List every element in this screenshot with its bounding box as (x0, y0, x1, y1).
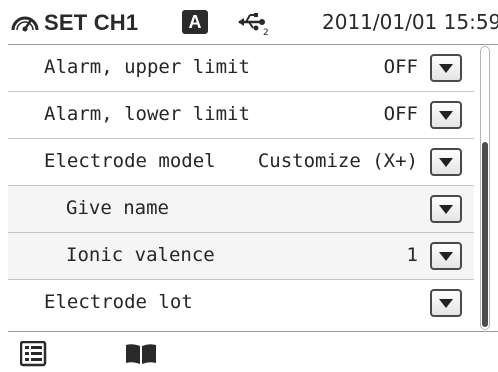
screen: SET CH1 A 2 2011/01/01 15:59 Alarm, uppe… (0, 0, 498, 372)
header-bar: SET CH1 A 2 2011/01/01 15:59 (0, 0, 498, 44)
list-item-ionic-valence[interactable]: Ionic valence 1 (8, 233, 474, 280)
chevron-down-icon (439, 111, 453, 120)
row-label: Electrode lot (44, 291, 193, 313)
row-label: Alarm, lower limit (44, 103, 250, 125)
chevron-down-icon (439, 158, 453, 167)
list-item-give-name[interactable]: Give name (8, 186, 474, 233)
list-item-alarm-lower-limit[interactable]: Alarm, lower limit OFF (8, 92, 474, 139)
row-label: Give name (66, 197, 169, 219)
chevron-down-icon (439, 64, 453, 73)
row-label: Alarm, upper limit (44, 56, 250, 78)
chevron-down-icon (439, 299, 453, 308)
row-value: OFF (383, 56, 418, 78)
row-value: Customize (X+) (257, 150, 418, 172)
dropdown-button[interactable] (430, 242, 462, 270)
datetime: 2011/01/01 15:59 (322, 10, 498, 34)
list-item-alarm-upper-limit[interactable]: Alarm, upper limit OFF (8, 45, 474, 92)
gauge-icon (8, 10, 42, 36)
row-value: OFF (383, 103, 418, 125)
channel-badge: A (182, 10, 208, 34)
dropdown-button[interactable] (430, 148, 462, 176)
page-title: SET CH1 (44, 10, 139, 35)
usb-icon: 2 (236, 10, 270, 38)
footer-bar (0, 332, 498, 372)
svg-text:2: 2 (263, 28, 269, 36)
chevron-down-icon (439, 252, 453, 261)
scrollbar[interactable] (480, 46, 490, 330)
settings-list: Alarm, upper limit OFF Alarm, lower limi… (8, 45, 474, 331)
list-item-electrode-model[interactable]: Electrode model Customize (X+) (8, 139, 474, 186)
list-item-electrode-lot[interactable]: Electrode lot (8, 280, 474, 331)
dropdown-button[interactable] (430, 101, 462, 129)
dropdown-button[interactable] (430, 289, 462, 317)
row-value: 1 (406, 244, 418, 266)
dropdown-button[interactable] (430, 54, 462, 82)
scrollbar-thumb[interactable] (482, 142, 488, 327)
chevron-down-icon (439, 205, 453, 214)
row-label: Electrode model (44, 150, 216, 172)
row-label: Ionic valence (66, 244, 215, 266)
menu-list-icon[interactable] (19, 340, 48, 367)
dropdown-button[interactable] (430, 195, 462, 223)
book-icon[interactable] (124, 342, 158, 366)
